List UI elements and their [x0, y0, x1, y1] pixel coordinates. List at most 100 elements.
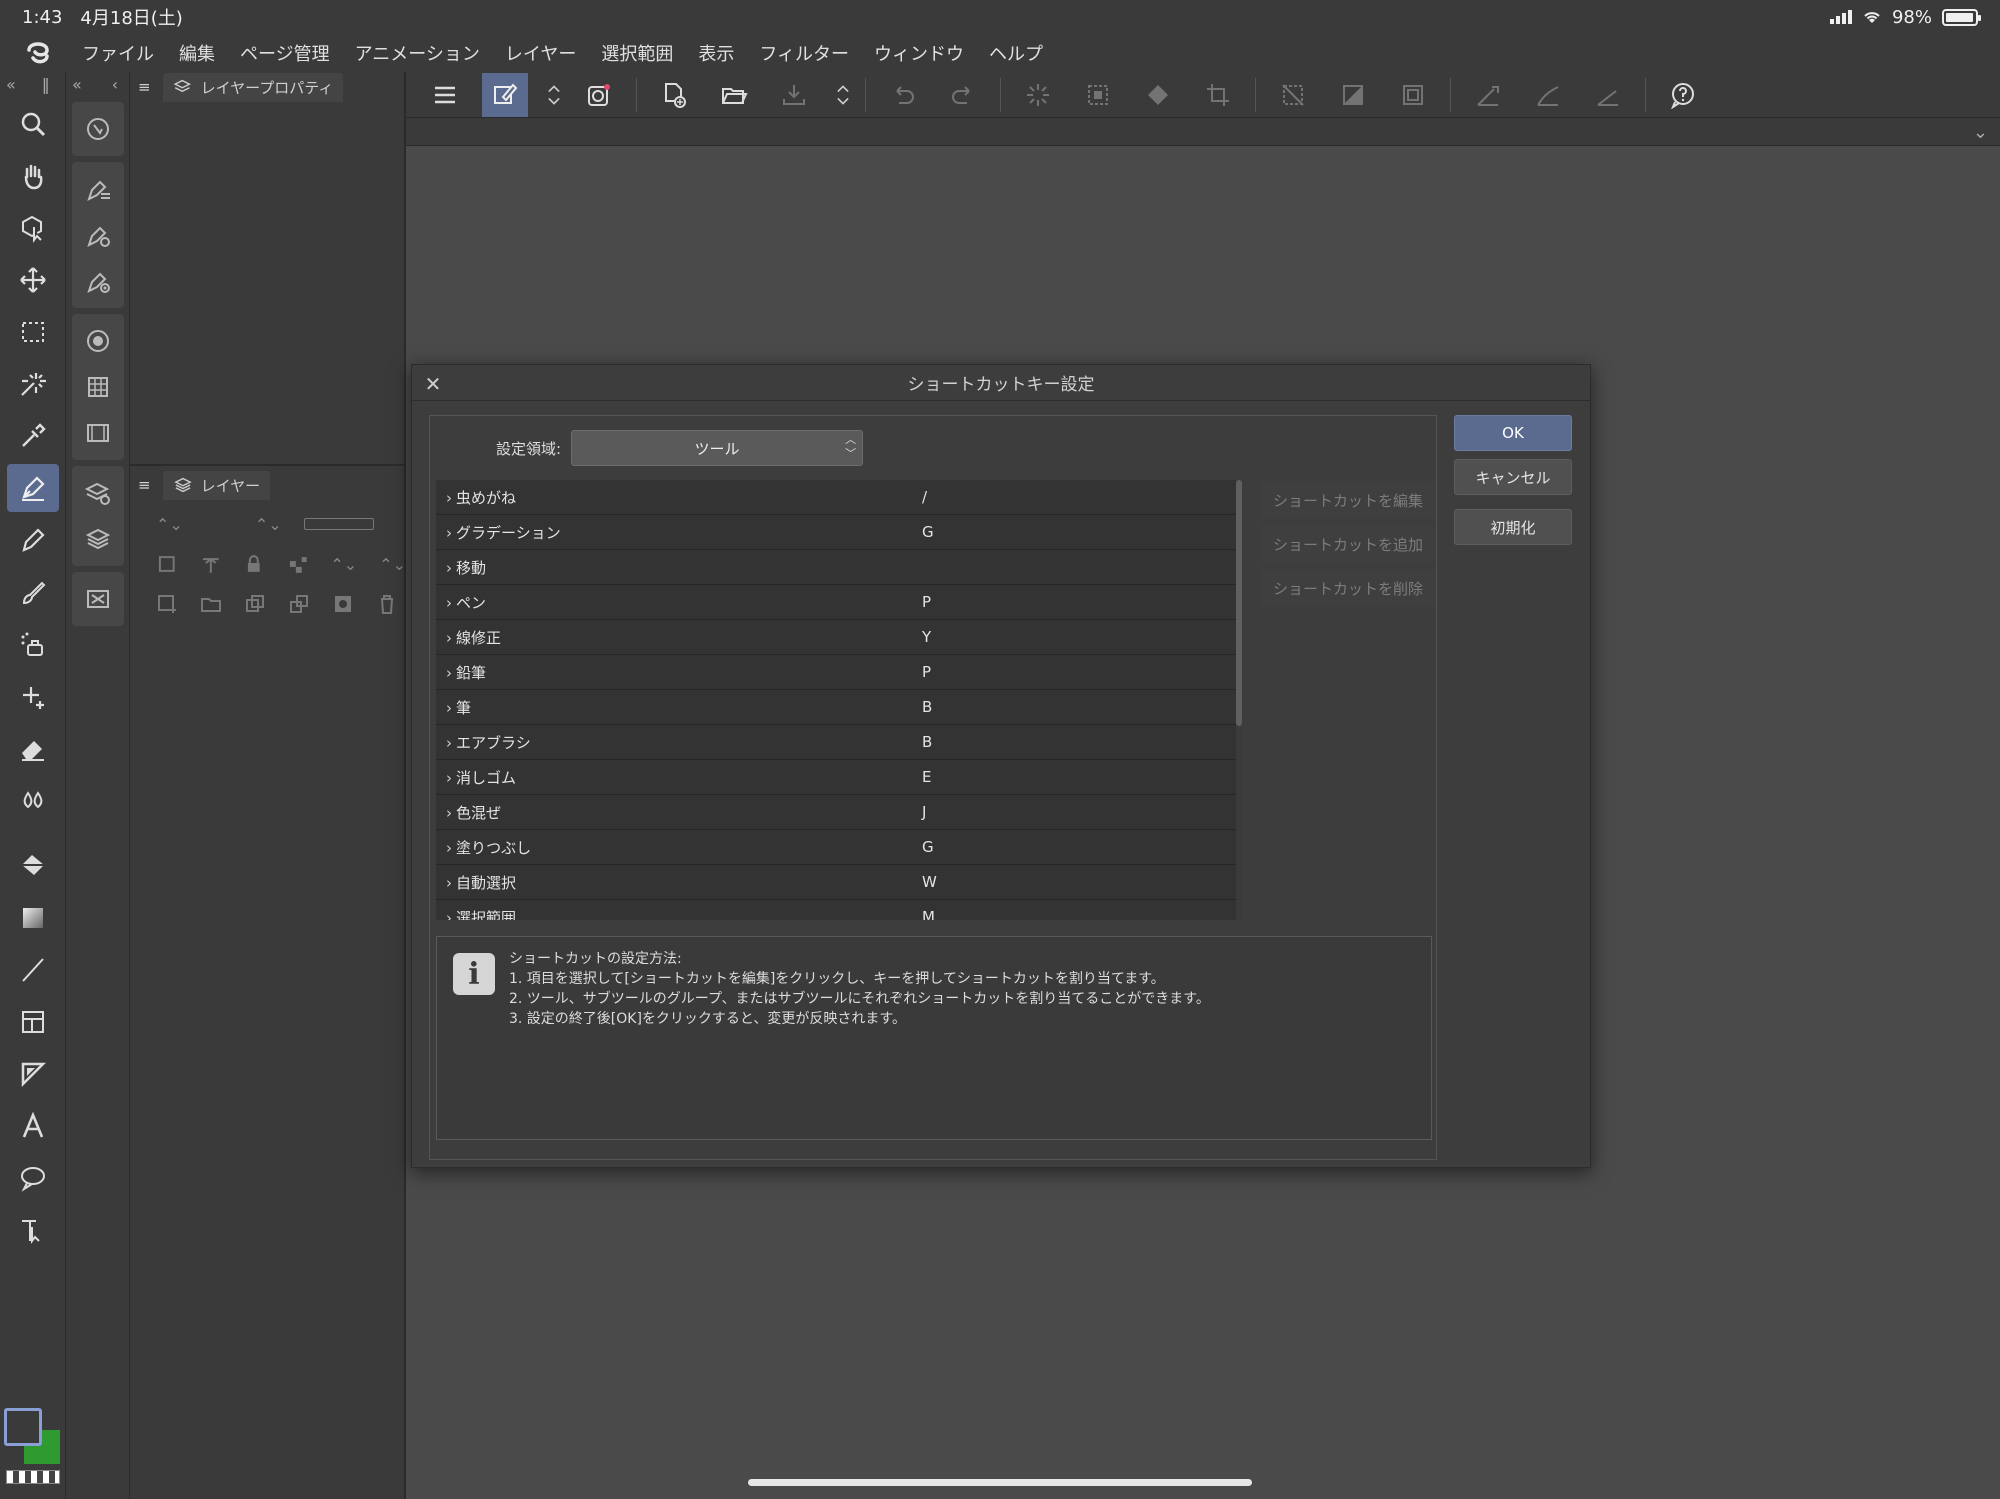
list-scrollbar[interactable]: [1236, 480, 1242, 920]
open-button[interactable]: [711, 73, 757, 117]
help-button[interactable]: [1660, 73, 1706, 117]
layer-property-button[interactable]: [72, 470, 124, 516]
tool-selection[interactable]: [7, 308, 59, 356]
list-item[interactable]: › 線修正 Y: [436, 620, 1236, 655]
ok-button[interactable]: OK: [1454, 415, 1572, 451]
menu-filter[interactable]: フィルター: [759, 40, 849, 66]
menu-file[interactable]: ファイル: [82, 40, 154, 66]
opacity-slider[interactable]: [303, 518, 374, 530]
tool-figure[interactable]: [7, 946, 59, 994]
list-item[interactable]: › 消しゴム E: [436, 760, 1236, 795]
list-item[interactable]: › 鉛筆 P: [436, 655, 1236, 690]
tool-brush[interactable]: [7, 568, 59, 616]
edit-mode-button[interactable]: [482, 72, 528, 117]
layer-button[interactable]: [72, 516, 124, 562]
menu-layer[interactable]: レイヤー: [505, 40, 576, 66]
tool-eraser[interactable]: [7, 724, 59, 772]
palette-handle-icon[interactable]: ‖: [42, 75, 50, 94]
tool-object-select[interactable]: [7, 204, 59, 252]
list-item[interactable]: › 色混ぜ J: [436, 795, 1236, 830]
transparent-color-chip[interactable]: [6, 1470, 60, 1484]
layer-order-stepper[interactable]: ⌃⌄: [330, 555, 357, 574]
reset-button[interactable]: 初期化: [1454, 509, 1572, 545]
layer-order-stepper-2[interactable]: ⌃⌄: [379, 555, 406, 574]
list-item[interactable]: › エアブラシ B: [436, 725, 1236, 760]
select-layer-area-button[interactable]: [1075, 73, 1121, 117]
lock-icon[interactable]: [243, 553, 265, 575]
fill-button[interactable]: [1135, 73, 1181, 117]
transfer-layer-icon[interactable]: [244, 593, 266, 615]
list-item[interactable]: › 塗りつぶし G: [436, 830, 1236, 865]
tool-eyedropper[interactable]: [7, 412, 59, 460]
clear-selection-button[interactable]: [1015, 73, 1061, 117]
menu-animation[interactable]: アニメーション: [355, 40, 480, 66]
merge-layer-icon[interactable]: [288, 593, 310, 615]
tool-ruler[interactable]: [7, 1050, 59, 1098]
setting-area-select[interactable]: ツール ︿ ﹀: [571, 430, 864, 466]
tool-balloon[interactable]: [7, 1154, 59, 1202]
mode-stepper[interactable]: [542, 73, 566, 117]
companion-button[interactable]: [576, 73, 622, 117]
collapse-left-icon[interactable]: «: [6, 75, 16, 94]
tool-hand[interactable]: [7, 152, 59, 200]
crop-button[interactable]: [1195, 73, 1241, 117]
snap-special-ruler-button[interactable]: [1525, 73, 1571, 117]
lock-transparent-icon[interactable]: [287, 553, 309, 575]
list-item[interactable]: › 選択範囲 M: [436, 900, 1236, 920]
tool-fill[interactable]: [7, 842, 59, 890]
opacity-stepper[interactable]: ⌃⌄: [255, 515, 282, 534]
home-indicator[interactable]: [748, 1479, 1252, 1486]
menu-window[interactable]: ウィンドウ: [874, 40, 964, 66]
tool-airbrush[interactable]: [7, 620, 59, 668]
tool-auto-select[interactable]: [7, 360, 59, 408]
close-icon[interactable]: ✕: [420, 371, 446, 397]
palette-menu-icon[interactable]: ≡: [138, 78, 151, 96]
chevron-down-icon[interactable]: ⌄: [1973, 122, 1988, 143]
list-item[interactable]: › 虫めがね /: [436, 480, 1236, 515]
tool-text[interactable]: [7, 1102, 59, 1150]
timeline-button[interactable]: [72, 410, 124, 456]
tool-frame-border[interactable]: [7, 998, 59, 1046]
tab-layer-property[interactable]: レイヤープロパティ: [162, 72, 344, 102]
tool-pencil[interactable]: [7, 516, 59, 564]
menu-page-management[interactable]: ページ管理: [240, 40, 330, 66]
color-wheel-button[interactable]: [72, 318, 124, 364]
menu-selection[interactable]: 選択範囲: [601, 40, 673, 66]
hide-selection-button[interactable]: [1270, 73, 1316, 117]
blend-mode-stepper[interactable]: ⌃⌄: [156, 515, 183, 534]
list-item[interactable]: › ペン P: [436, 585, 1236, 620]
navigator-button[interactable]: [72, 106, 124, 152]
tool-pen[interactable]: [7, 464, 59, 512]
new-canvas-button[interactable]: [651, 73, 697, 117]
tool-property-button[interactable]: [72, 212, 124, 258]
new-raster-layer-icon[interactable]: [156, 593, 178, 615]
list-item[interactable]: › 自動選択 W: [436, 865, 1236, 900]
snap-grid-button[interactable]: [1585, 73, 1631, 117]
list-item[interactable]: › 移動: [436, 550, 1236, 585]
main-menu-button[interactable]: [422, 73, 468, 117]
redo-button[interactable]: [940, 73, 986, 117]
cancel-button[interactable]: キャンセル: [1454, 459, 1572, 495]
material-button[interactable]: [72, 576, 124, 622]
delete-layer-icon[interactable]: [376, 593, 398, 615]
add-shortcut-button[interactable]: ショートカットを追加: [1260, 526, 1436, 562]
list-item[interactable]: › 筆 B: [436, 690, 1236, 725]
invert-selection-button[interactable]: [1330, 73, 1376, 117]
new-folder-icon[interactable]: [200, 593, 222, 615]
layer-mask-icon[interactable]: [332, 593, 354, 615]
save-stepper[interactable]: [831, 73, 855, 117]
brush-size-button[interactable]: [72, 258, 124, 304]
subtool-button[interactable]: [72, 166, 124, 212]
tool-decoration[interactable]: [7, 672, 59, 720]
select-all-button[interactable]: [1390, 73, 1436, 117]
tool-move[interactable]: [7, 256, 59, 304]
tool-gradient[interactable]: [7, 894, 59, 942]
menu-help[interactable]: ヘルプ: [989, 40, 1043, 66]
delete-shortcut-button[interactable]: ショートカットを削除: [1260, 570, 1436, 606]
collapse-double-left-icon[interactable]: «: [72, 75, 82, 94]
app-logo-icon[interactable]: [22, 37, 54, 69]
color-set-button[interactable]: [72, 364, 124, 410]
clip-icon[interactable]: [156, 553, 178, 575]
menu-view[interactable]: 表示: [698, 40, 734, 66]
reference-layer-icon[interactable]: [200, 553, 222, 575]
